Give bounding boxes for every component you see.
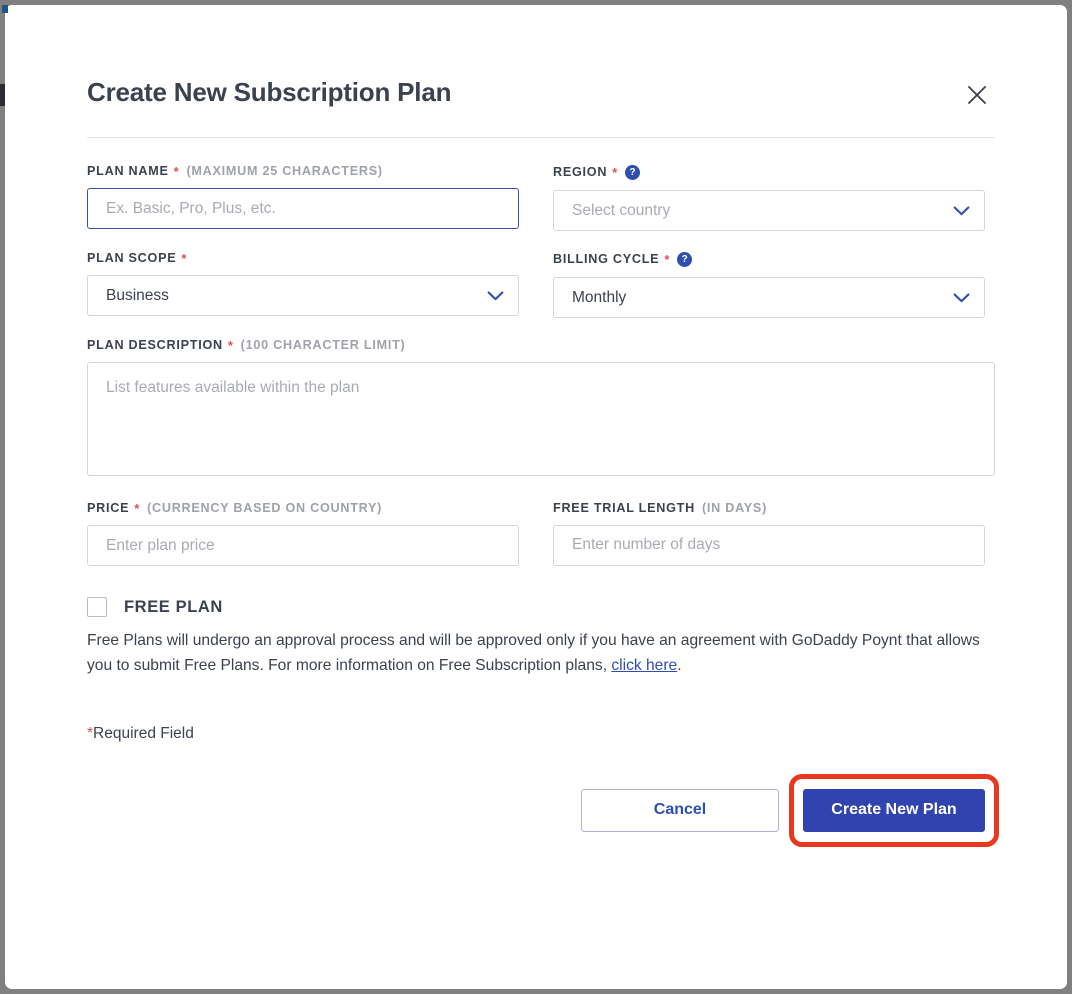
billing-cycle-select[interactable]: Monthly [553, 277, 985, 319]
required-asterisk: * [612, 165, 618, 181]
cancel-button[interactable]: Cancel [581, 788, 779, 832]
price-hint: (CURRENCY BASED ON COUNTRY) [147, 501, 383, 516]
page-title: Create New Subscription Plan [87, 77, 452, 107]
free-plan-description-text-1: Free Plans will undergo an approval proc… [87, 632, 980, 675]
subscription-plan-form: PLAN NAME * (MAXIMUM 25 CHARACTERS) REGI… [87, 138, 999, 847]
screen: Create New Subscription Plan PLAN NAME *… [0, 0, 1072, 994]
region-select-wrapper: Select country [553, 190, 985, 232]
required-field-note: *Required Field [87, 725, 985, 743]
plan-description-textarea[interactable] [87, 362, 995, 477]
plan-name-label-text: PLAN NAME [87, 164, 169, 179]
background-page-artifact-top [2, 5, 8, 13]
billing-cycle-label-text: BILLING CYCLE [553, 252, 660, 267]
help-icon[interactable]: ? [625, 165, 640, 181]
plan-scope-select-wrapper: Business [87, 275, 519, 317]
required-asterisk: * [181, 251, 188, 267]
free-plan-description: Free Plans will undergo an approval proc… [87, 628, 995, 679]
free-trial-length-label: FREE TRIAL LENGTH (IN DAYS) [553, 502, 985, 515]
free-trial-length-input[interactable] [553, 524, 985, 566]
field-region: REGION * ? Select country [553, 165, 985, 232]
dialog-header: Create New Subscription Plan [87, 5, 995, 139]
field-billing-cycle: BILLING CYCLE * ? Monthly [553, 252, 985, 319]
free-plan-label: FREE PLAN [124, 597, 223, 616]
region-label-text: REGION [553, 165, 608, 180]
help-icon[interactable]: ? [677, 252, 693, 268]
plan-name-input[interactable] [87, 188, 519, 230]
billing-cycle-label: BILLING CYCLE * ? [553, 252, 985, 268]
background-page-artifact-left [0, 84, 5, 106]
field-plan-scope: PLAN SCOPE * Business [87, 252, 519, 317]
price-label: PRICE * (CURRENCY BASED ON COUNTRY) [87, 502, 519, 515]
required-asterisk: * [134, 501, 141, 517]
free-plan-checkbox-row[interactable]: FREE PLAN [87, 597, 985, 618]
click-here-link[interactable]: click here [611, 657, 677, 674]
region-select[interactable]: Select country [553, 190, 985, 232]
header-divider [87, 137, 995, 139]
required-asterisk: * [173, 164, 180, 180]
plan-scope-select[interactable]: Business [87, 275, 519, 317]
create-subscription-plan-dialog: Create New Subscription Plan PLAN NAME *… [5, 5, 1067, 989]
free-trial-length-label-text: FREE TRIAL LENGTH [553, 501, 695, 516]
required-asterisk: * [664, 252, 671, 268]
billing-cycle-select-wrapper: Monthly [553, 277, 985, 319]
plan-scope-label-text: PLAN SCOPE [87, 251, 177, 266]
close-icon [966, 84, 988, 106]
field-plan-description: PLAN DESCRIPTION * (100 CHARACTER LIMIT) [87, 339, 995, 481]
close-button[interactable] [955, 73, 999, 117]
field-price: PRICE * (CURRENCY BASED ON COUNTRY) [87, 502, 519, 567]
plan-description-label-text: PLAN DESCRIPTION [87, 338, 223, 353]
form-row-2: PLAN SCOPE * Business BILLING CYCLE * ? … [87, 252, 985, 339]
plan-scope-label: PLAN SCOPE * [87, 252, 519, 265]
plan-name-hint: (MAXIMUM 25 CHARACTERS) [186, 164, 383, 179]
create-new-plan-button-wrapper: Create New Plan [789, 773, 999, 847]
form-row-1: PLAN NAME * (MAXIMUM 25 CHARACTERS) REGI… [87, 165, 985, 252]
price-label-text: PRICE [87, 501, 130, 516]
create-new-plan-button[interactable]: Create New Plan [803, 788, 985, 832]
dialog-footer: Cancel Create New Plan [87, 773, 999, 847]
plan-name-label: PLAN NAME * (MAXIMUM 25 CHARACTERS) [87, 165, 519, 178]
region-label: REGION * ? [553, 165, 985, 181]
plan-description-hint: (100 CHARACTER LIMIT) [240, 338, 406, 353]
field-free-trial-length: FREE TRIAL LENGTH (IN DAYS) [553, 502, 985, 566]
free-plan-checkbox[interactable] [87, 597, 107, 618]
form-row-3: PRICE * (CURRENCY BASED ON COUNTRY) FREE… [87, 502, 985, 587]
free-plan-description-text-2: . [677, 657, 682, 675]
required-field-note-text: Required Field [93, 724, 194, 742]
free-trial-length-hint: (IN DAYS) [701, 501, 768, 516]
field-plan-name: PLAN NAME * (MAXIMUM 25 CHARACTERS) [87, 165, 519, 230]
price-input[interactable] [87, 525, 519, 567]
plan-description-label: PLAN DESCRIPTION * (100 CHARACTER LIMIT) [87, 339, 985, 352]
required-asterisk: * [227, 338, 234, 354]
